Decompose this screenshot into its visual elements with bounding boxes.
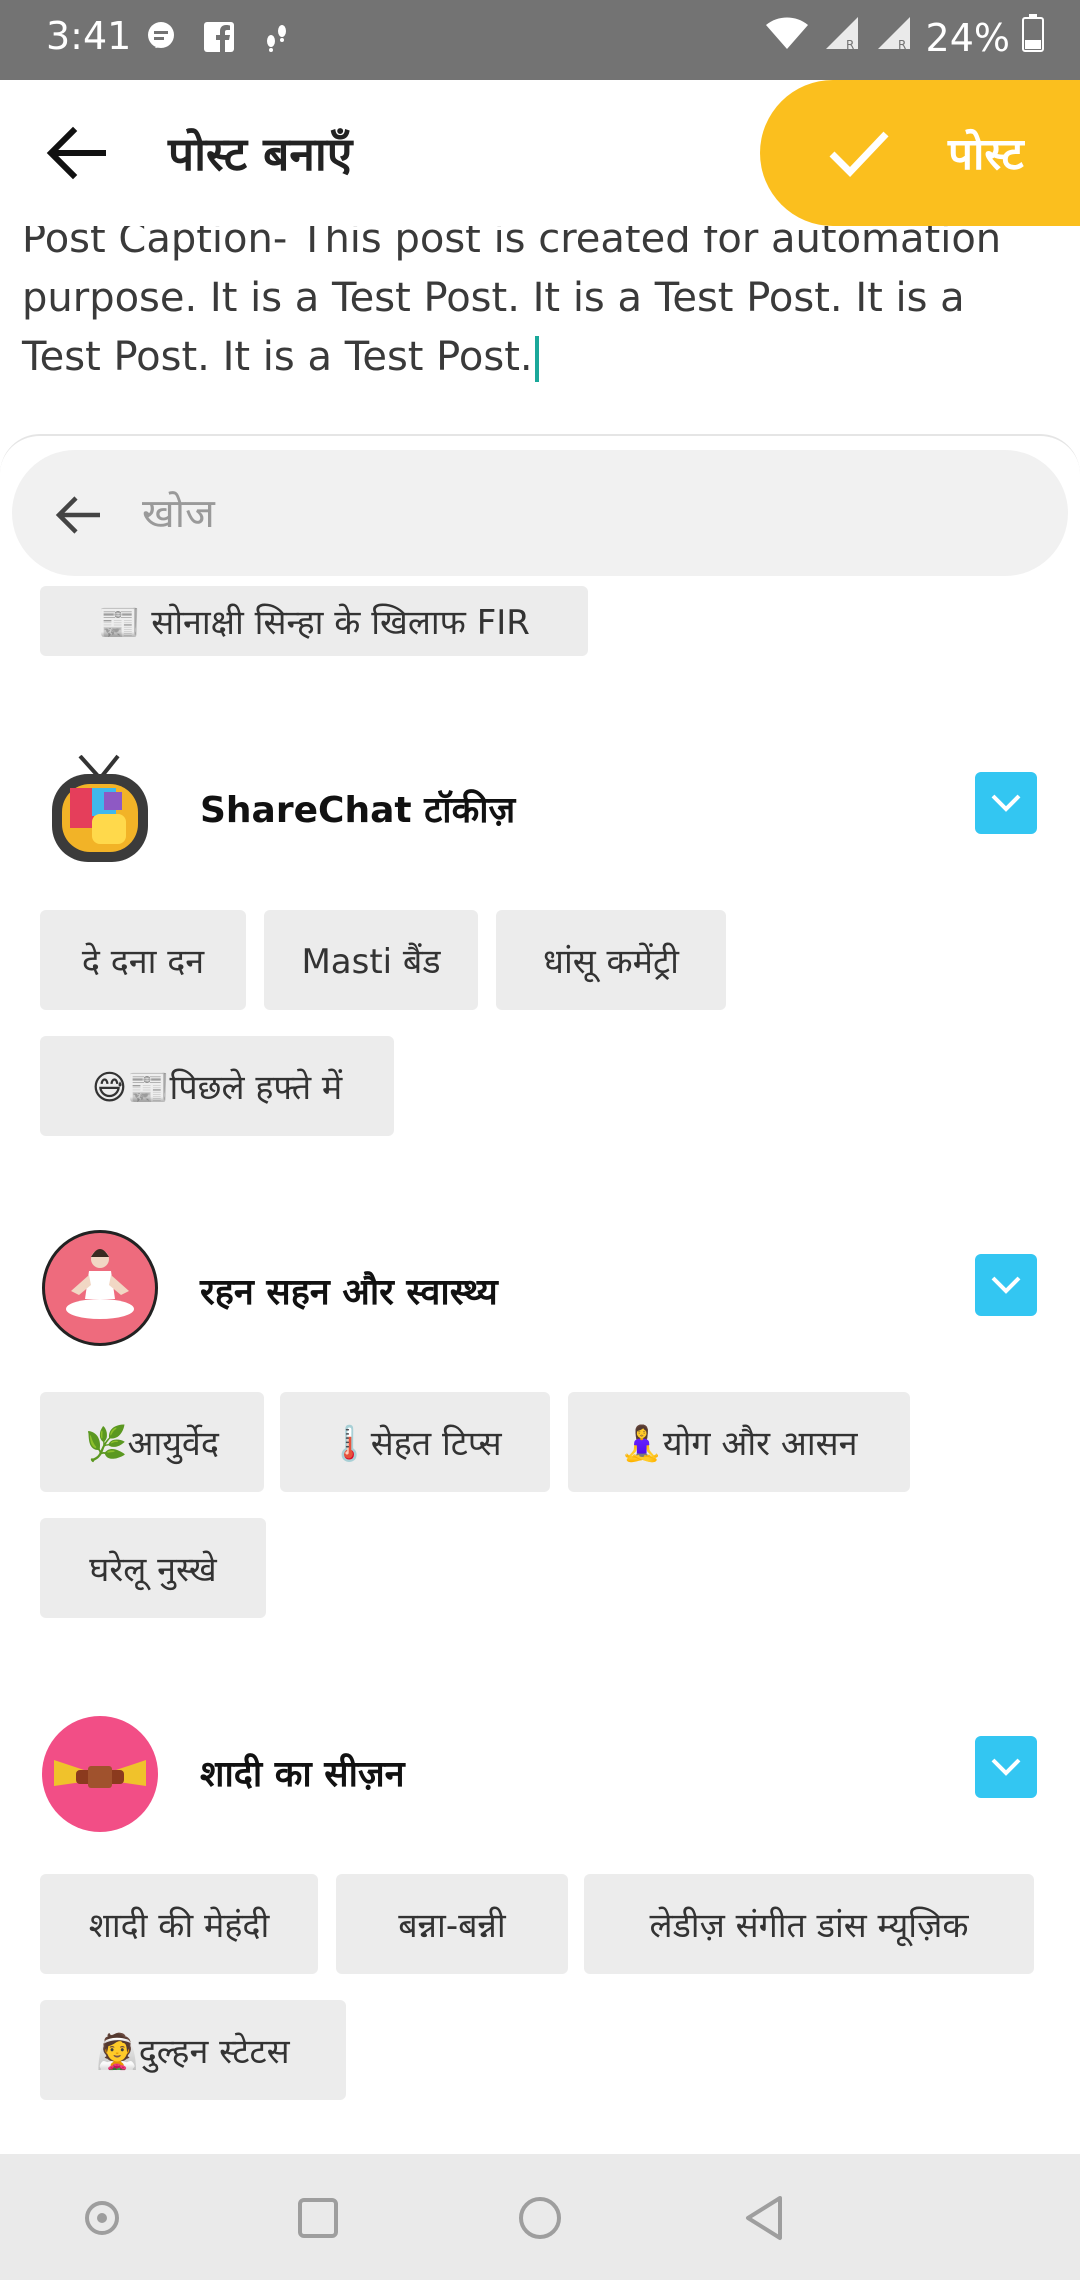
tag-chip[interactable]: धांसू कमेंट्री — [496, 910, 726, 1010]
signal-r-icon: R — [822, 15, 862, 60]
search-back-icon[interactable] — [50, 486, 108, 544]
back-button[interactable] — [36, 118, 116, 188]
tag-chip[interactable]: 🌿आयुर्वेद — [40, 1392, 264, 1492]
svg-text:R: R — [898, 38, 906, 51]
category-title: रहन सहन और स्वास्थ्य — [200, 1272, 498, 1313]
tag-chip[interactable]: घरेलू नुस्खे — [40, 1518, 266, 1618]
category-expand-button[interactable] — [975, 1254, 1037, 1316]
home-button[interactable] — [510, 2188, 570, 2248]
tag-chip[interactable]: शादी की मेहंदी — [40, 1874, 318, 1974]
app-bar: पोस्ट बनाएँ पोस्ट — [0, 80, 1080, 228]
svg-text:R: R — [846, 38, 854, 51]
tag-chip-partial[interactable]: 📰 सोनाक्षी सिन्हा के खिलाफ FIR — [40, 586, 588, 656]
system-nav-bar — [0, 2154, 1080, 2280]
chevron-down-icon — [991, 1758, 1021, 1776]
check-icon — [829, 131, 889, 178]
tag-chip[interactable]: Masti बैंड — [264, 910, 478, 1010]
status-bar: 3:41 R R 24% — [0, 0, 1080, 80]
wedding-icon — [42, 1716, 158, 1832]
triangle-back-icon — [746, 2196, 782, 2240]
arrow-left-icon — [46, 126, 106, 180]
battery-percent: 24% — [925, 15, 1010, 60]
wifi-icon — [764, 15, 810, 60]
yoga-icon — [42, 1230, 158, 1346]
dot-circle-icon — [85, 2201, 119, 2235]
category-expand-button[interactable] — [975, 1736, 1037, 1798]
caption-text: Post Caption- This post is created for a… — [22, 226, 1002, 380]
tag-chip[interactable]: दे दना दन — [40, 910, 246, 1010]
tag-chip[interactable]: 😅📰पिछले हफ्ते में — [40, 1036, 394, 1136]
chevron-down-icon — [991, 1276, 1021, 1294]
signal-r-icon-2: R — [874, 15, 914, 60]
battery-icon — [1022, 14, 1044, 61]
message-notification-icon — [142, 18, 180, 56]
text-cursor — [534, 336, 539, 382]
post-button[interactable]: पोस्ट — [760, 80, 1080, 226]
tag-chip[interactable]: 👰दुल्हन स्टेटस — [40, 2000, 346, 2100]
caption-area[interactable]: Post Caption- This post is created for a… — [0, 226, 1080, 436]
square-icon — [298, 2198, 338, 2238]
status-time: 3:41 — [46, 14, 132, 58]
back-nav-button[interactable] — [734, 2188, 794, 2248]
tag-selection-sheet: 📰 सोनाक्षी सिन्हा के खिलाफ FIR ShareChat… — [0, 434, 1080, 2156]
tag-chip[interactable]: लेडीज़ संगीत डांस म्यूज़िक — [584, 1874, 1034, 1974]
category-title: ShareChat टॉकीज़ — [200, 790, 516, 831]
tv-icon — [42, 752, 158, 868]
tag-chip[interactable]: 🌡️सेहत टिप्स — [280, 1392, 550, 1492]
steps-icon — [258, 18, 296, 56]
notification-icons — [142, 18, 296, 56]
chevron-down-icon — [991, 794, 1021, 812]
category-expand-button[interactable] — [975, 772, 1037, 834]
system-status-icons: R R 24% — [764, 14, 1044, 61]
tag-chip[interactable]: 🧘‍♀️योग और आसन — [568, 1392, 910, 1492]
search-input[interactable] — [140, 476, 1024, 552]
post-button-label: पोस्ट — [948, 129, 1024, 180]
recents-button[interactable] — [288, 2188, 348, 2248]
search-bar — [12, 450, 1068, 576]
assistant-button[interactable] — [72, 2188, 132, 2248]
category-title: शादी का सीज़न — [200, 1754, 405, 1795]
caption-text-field[interactable]: Post Caption- This post is created for a… — [22, 226, 1042, 387]
facebook-icon — [200, 18, 238, 56]
tag-chip[interactable]: बन्ना-बन्नी — [336, 1874, 568, 1974]
page-title: पोस्ट बनाएँ — [168, 127, 353, 181]
circle-icon — [519, 2197, 561, 2239]
